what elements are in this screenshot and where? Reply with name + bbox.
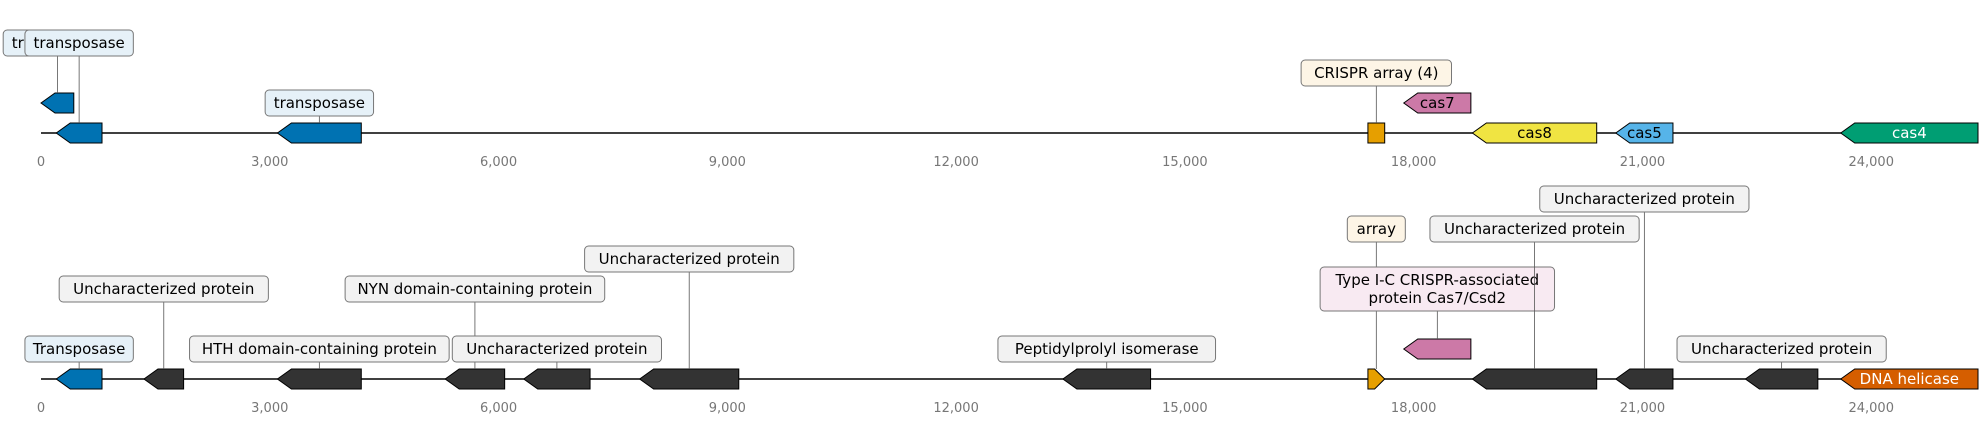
gene-label: transposase [33,34,124,52]
tick-label: 9,000 [709,401,746,416]
gene-label: Transposase [32,340,125,358]
tick-label: 21,000 [1620,401,1666,416]
gene-label: cas7 [1420,94,1455,112]
gene-arrow [1367,122,1386,144]
gene-label: Uncharacterized protein [1691,340,1872,358]
gene-arrow [55,122,103,144]
tick-label: 15,000 [1162,155,1208,170]
tick-label: 24,000 [1848,155,1894,170]
tick-label: 15,000 [1162,401,1208,416]
gene-arrow [444,368,506,390]
gene-label-line: CRISPR array (4) [1314,64,1438,82]
tick-label: 12,000 [933,155,979,170]
gene-arrow [276,122,362,144]
gene-arrow [276,368,362,390]
gene-arrow [55,368,103,390]
gene-label: DNA helicase [1860,370,1959,388]
gene-map-canvas: 0 3,000 6,000 9,000 12,000 15,000 18,000 21,000… [2,29,1979,416]
tick-label: 18,000 [1391,401,1437,416]
gene-label: cas8 [1517,124,1552,142]
gene-label-line: Uncharacterized protein [466,340,647,358]
gene-label-line: Peptidylprolyl isomerase [1015,340,1199,358]
gene-arrow [1744,368,1819,390]
gene-track-1: 0 3,000 6,000 9,000 12,000 15,000 18,000 21,000… [2,29,1979,170]
gene-label: Uncharacterized protein [1444,220,1625,238]
gene-label-line: Uncharacterized protein [599,250,780,268]
gene-label-line: Uncharacterized protein [1691,340,1872,358]
gene-track-2: 0 3,000 6,000 9,000 12,000 15,000 18,000 21,000… [24,185,1979,416]
gene-label-line: Uncharacterized protein [1554,190,1735,208]
gene-label: Peptidylprolyl isomerase [1015,340,1199,358]
gene-arrow [522,368,591,390]
tick-label: 3,000 [251,155,288,170]
gene-label-line: transposase [33,34,124,52]
gene-label-line: Type I-C CRISPR-associated [1334,271,1539,289]
gene-arrow [1402,338,1472,360]
gene-arrow [40,92,75,114]
tick-label: 6,000 [480,155,517,170]
tick-label: 3,000 [251,401,288,416]
gene-arrow [1367,368,1386,390]
tick-label: 0 [37,401,45,416]
gene-label-line: protein Cas7/Csd2 [1369,289,1507,307]
gene-label: NYN domain-containing protein [357,280,592,298]
gene-label-line: Uncharacterized protein [1444,220,1625,238]
gene-label-line: transposase [274,94,365,112]
gene-arrow [143,368,185,390]
tick-label: 0 [37,155,45,170]
gene-arrow [1062,368,1152,390]
tick-label: 6,000 [480,401,517,416]
gene-label: array [1357,220,1396,238]
gene-label: transposase [274,94,365,112]
gene-label: Uncharacterized protein [1554,190,1735,208]
gene-label: Uncharacterized protein [599,250,780,268]
gene-arrow [1614,368,1674,390]
tick-label: 12,000 [933,401,979,416]
gene-label: cas4 [1892,124,1927,142]
gene-label-line: array [1357,220,1396,238]
gene-label: CRISPR array (4) [1314,64,1438,82]
gene-arrow [638,368,740,390]
tick-label: 24,000 [1848,401,1894,416]
gene-arrow [1471,368,1598,390]
gene-map-figure: 0 3,000 6,000 9,000 12,000 15,000 18,000 21,000… [0,0,1987,428]
gene-label-line: Transposase [32,340,125,358]
gene-label: Uncharacterized protein [466,340,647,358]
tick-label: 9,000 [709,155,746,170]
tick-label: 21,000 [1620,155,1666,170]
gene-label: HTH domain-containing protein [202,340,437,358]
gene-label-line: NYN domain-containing protein [357,280,592,298]
gene-label-line: Uncharacterized protein [73,280,254,298]
tick-label: 18,000 [1391,155,1437,170]
gene-label: Uncharacterized protein [73,280,254,298]
gene-label: cas5 [1627,124,1662,142]
gene-label-line: HTH domain-containing protein [202,340,437,358]
